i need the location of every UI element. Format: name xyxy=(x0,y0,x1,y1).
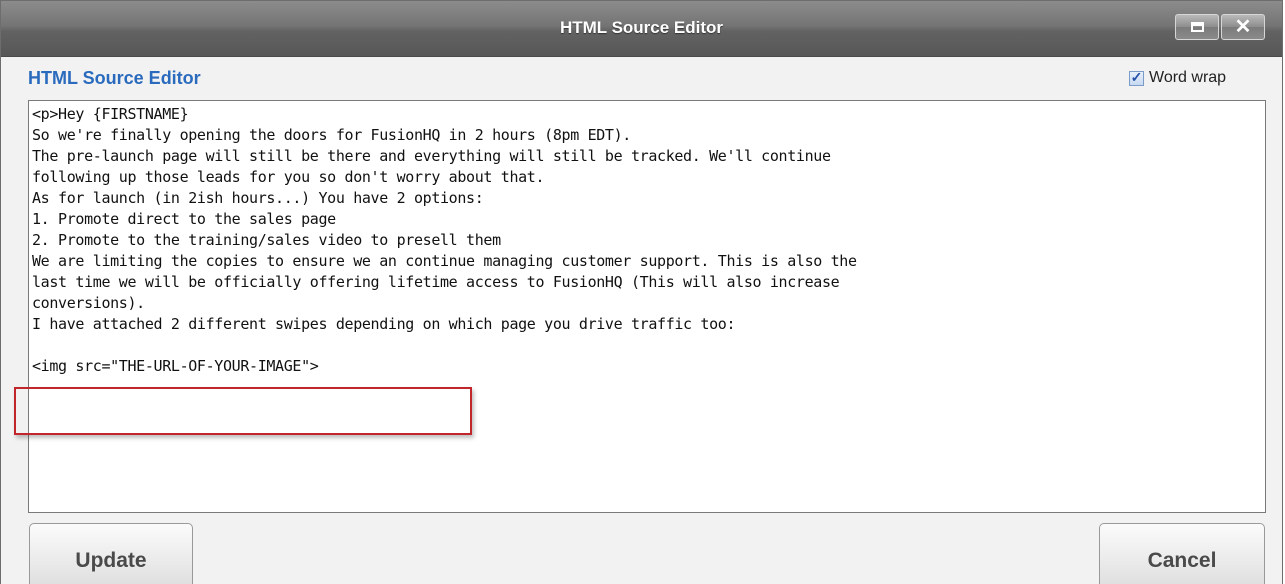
window-title: HTML Source Editor xyxy=(559,18,724,37)
update-button[interactable]: Update xyxy=(29,523,193,584)
checkmark-icon: ✓ xyxy=(1130,68,1143,85)
maximize-icon xyxy=(1191,22,1204,32)
html-source-textarea[interactable]: <p>Hey {FIRSTNAME} So we're finally openi… xyxy=(28,100,1266,513)
code-line: <p>Hey {FIRSTNAME} xyxy=(32,105,189,123)
close-icon: ✕ xyxy=(1234,16,1252,38)
code-line: As for launch (in 2ish hours...) You hav… xyxy=(32,189,484,207)
word-wrap-checkbox[interactable]: ✓ xyxy=(1129,68,1144,86)
editor-heading: HTML Source Editor xyxy=(28,68,201,88)
code-line: 2. Promote to the training/sales video t… xyxy=(32,231,501,249)
maximize-button[interactable] xyxy=(1175,14,1219,40)
word-wrap-label: Word wrap xyxy=(1149,69,1227,86)
html-source-editor-dialog: HTML Source Editor ✕ HTML Source Editor … xyxy=(0,0,1283,584)
code-line: <img src="THE-URL-OF-YOUR-IMAGE"> xyxy=(32,357,319,375)
code-line: We are limiting the copies to ensure we … xyxy=(32,252,857,270)
highlight-annotation xyxy=(14,387,472,435)
code-line: conversions). xyxy=(32,294,145,312)
code-line: following up those leads for you so don'… xyxy=(32,168,545,186)
cancel-button[interactable]: Cancel xyxy=(1099,523,1265,584)
code-line: So we're finally opening the doors for F… xyxy=(32,126,631,144)
code-line: I have attached 2 different swipes depen… xyxy=(32,315,736,333)
title-bar[interactable]: HTML Source Editor ✕ xyxy=(1,1,1282,57)
word-wrap-toggle[interactable]: ✓ Word wrap xyxy=(1129,69,1226,87)
close-button[interactable]: ✕ xyxy=(1221,14,1265,40)
code-line: 1. Promote direct to the sales page xyxy=(32,210,336,228)
code-line: last time we will be officially offering… xyxy=(32,273,840,291)
code-line: The pre-launch page will still be there … xyxy=(32,147,831,165)
